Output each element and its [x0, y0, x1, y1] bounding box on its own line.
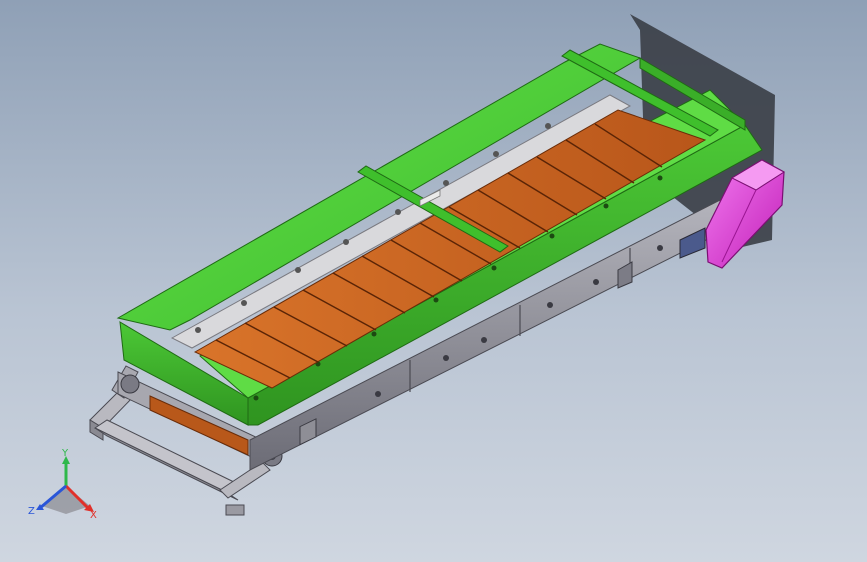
z-axis-label: Z: [28, 506, 35, 517]
orientation-triad[interactable]: Y X Z: [26, 448, 106, 522]
conveyor-model[interactable]: [0, 0, 867, 562]
graphics-viewport[interactable]: Y X Z: [0, 0, 867, 562]
x-axis-label: X: [90, 510, 97, 521]
y-axis-label: Y: [61, 448, 69, 459]
